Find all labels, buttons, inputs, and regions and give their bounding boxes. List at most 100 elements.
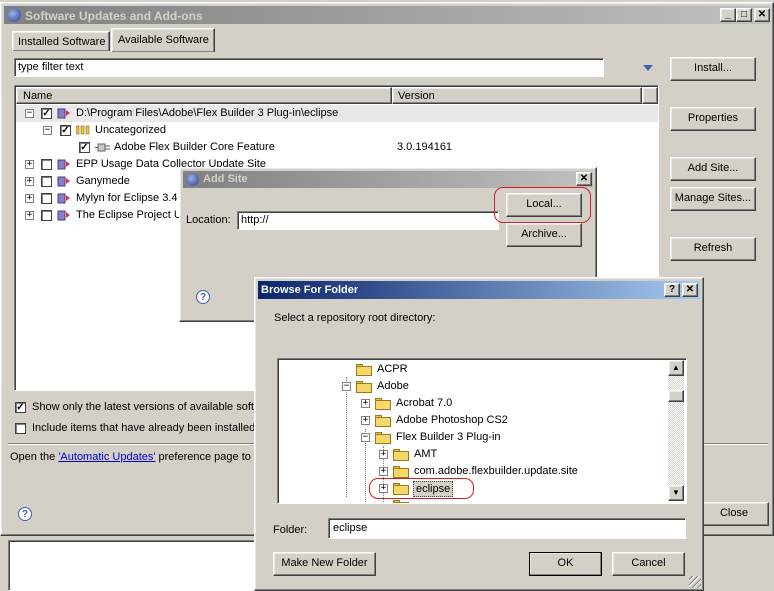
folder-item-update-site[interactable]: + com.adobe.flexbuilder.update.site — [278, 463, 668, 480]
archive-button[interactable]: Archive... — [506, 223, 582, 247]
close-icon[interactable]: ✕ — [576, 172, 592, 186]
tab-installed-software[interactable]: Installed Software — [12, 31, 110, 51]
folder-label: Acrobat 7.0 — [396, 397, 453, 409]
close-button[interactable]: Close — [699, 502, 769, 526]
checkbox-ganymede[interactable] — [41, 176, 52, 187]
browse-title: Browse For Folder — [261, 284, 359, 296]
collapse-icon[interactable]: − — [43, 126, 52, 135]
browse-for-folder-dialog: Browse For Folder ? ✕ Select a repositor… — [254, 277, 704, 591]
lower-window-panel — [8, 540, 258, 591]
tree-row-uncategorized[interactable]: − ✓ Uncategorized — [16, 122, 658, 139]
add-site-title: Add Site — [203, 173, 248, 185]
filter-input[interactable]: type filter text — [14, 58, 604, 77]
tab-installed-label: Installed Software — [18, 36, 106, 48]
browse-title-bar[interactable]: Browse For Folder ? ✕ — [258, 281, 700, 299]
scroll-down-icon[interactable]: ▼ — [668, 485, 684, 501]
location-input[interactable]: http:// — [237, 211, 499, 230]
site-icon — [57, 192, 71, 204]
checkbox-feature[interactable]: ✓ — [79, 142, 90, 153]
properties-button[interactable]: Properties — [670, 107, 756, 131]
uncategorized-label: Uncategorized — [95, 124, 166, 136]
properties-label: Properties — [687, 112, 739, 124]
help-title-icon[interactable]: ? — [664, 283, 680, 297]
column-version-label: Version — [398, 90, 435, 102]
column-header-version[interactable]: Version — [392, 87, 642, 104]
collapse-icon[interactable]: − — [342, 382, 351, 391]
ok-button[interactable]: OK — [529, 552, 602, 576]
scroll-thumb[interactable] — [668, 390, 684, 402]
column-header-name[interactable]: Name — [16, 87, 392, 104]
expand-icon[interactable]: + — [25, 194, 34, 203]
mylyn-label: Mylyn for Eclipse 3.4 — [76, 192, 178, 204]
filter-dropdown-icon[interactable] — [643, 65, 653, 71]
local-highlight-ring — [494, 187, 591, 223]
browse-prompt: Select a repository root directory: — [274, 312, 436, 324]
folder-item-amt[interactable]: + AMT — [278, 446, 668, 463]
column-name-label: Name — [23, 90, 53, 102]
site-icon — [57, 158, 71, 170]
maximize-icon[interactable]: □ — [736, 8, 752, 22]
install-label: Install... — [694, 62, 732, 74]
resize-grip-icon[interactable] — [689, 576, 701, 588]
cancel-label: Cancel — [631, 557, 666, 569]
help-icon[interactable]: ? — [18, 507, 32, 521]
expand-icon[interactable]: + — [361, 399, 370, 408]
expand-icon[interactable]: + — [379, 450, 388, 459]
expand-icon[interactable]: + — [25, 211, 34, 220]
feature-plug-icon — [95, 141, 111, 154]
eclipse-icon — [7, 8, 21, 22]
cancel-button[interactable]: Cancel — [612, 552, 685, 576]
scroll-up-icon[interactable]: ▲ — [668, 360, 684, 376]
note-prefix: Open the — [10, 451, 59, 463]
refresh-button[interactable]: Refresh — [670, 237, 756, 261]
folder-icon — [356, 364, 372, 376]
close-icon[interactable]: ✕ — [754, 8, 770, 22]
checkbox-root[interactable]: ✓ — [41, 108, 52, 119]
checkbox-uncategorized[interactable]: ✓ — [60, 125, 71, 136]
folder-item-photoshop[interactable]: + Adobe Photoshop CS2 — [278, 412, 668, 429]
expand-icon[interactable]: + — [361, 416, 370, 425]
show-latest-checkbox[interactable]: ✓ — [15, 402, 26, 413]
folder-item-adobe[interactable]: − Adobe — [278, 378, 668, 395]
folder-item-acrobat[interactable]: + Acrobat 7.0 — [278, 395, 668, 412]
folder-name-input[interactable]: eclipse — [328, 518, 686, 539]
collapse-icon[interactable]: − — [361, 433, 370, 442]
category-icon — [75, 125, 90, 135]
close-icon[interactable]: ✕ — [682, 283, 698, 297]
folder-label-text: Folder: — [273, 524, 308, 536]
folder-icon — [393, 466, 409, 478]
folder-icon — [375, 415, 391, 427]
tree-row-feature[interactable]: ✓ Adobe Flex Builder Core Feature 3.0.19… — [16, 139, 658, 156]
make-new-folder-label: Make New Folder — [281, 557, 368, 569]
minimize-icon[interactable]: _ — [720, 8, 736, 22]
folder-open-icon — [375, 432, 391, 444]
install-button[interactable]: Install... — [670, 57, 756, 81]
collapse-icon[interactable]: − — [25, 109, 34, 118]
folder-tree-scrollbar[interactable]: ▲ ▼ — [668, 360, 684, 501]
add-site-title-bar[interactable]: Add Site ✕ — [183, 171, 593, 188]
column-header-filler — [642, 87, 658, 104]
tab-available-software[interactable]: Available Software — [111, 28, 215, 52]
checkbox-epp[interactable] — [41, 159, 52, 170]
folder-item-acpr[interactable]: ACPR — [278, 361, 668, 378]
main-title-bar[interactable]: Software Updates and Add-ons _ □ ✕ — [4, 6, 770, 24]
include-installed-checkbox[interactable] — [15, 423, 26, 434]
folder-tree[interactable]: ACPR − Adobe + Acrobat 7.0 + Adobe Photo… — [277, 358, 687, 504]
folder-open-icon — [356, 381, 372, 393]
folder-icon-partial — [393, 500, 409, 503]
checkbox-eclipse-project[interactable] — [41, 210, 52, 221]
expand-icon[interactable]: + — [379, 467, 388, 476]
make-new-folder-button[interactable]: Make New Folder — [273, 552, 376, 576]
expand-icon[interactable]: + — [25, 177, 34, 186]
add-site-button[interactable]: Add Site... — [670, 157, 756, 181]
expand-icon[interactable]: + — [25, 160, 34, 169]
folder-item-flex-builder[interactable]: − Flex Builder 3 Plug-in — [278, 429, 668, 446]
folder-label: Adobe Photoshop CS2 — [396, 414, 508, 426]
folder-label: AMT — [414, 448, 438, 460]
tree-row-root[interactable]: − ✓ D:\Program Files\Adobe\Flex Builder … — [16, 105, 658, 122]
help-icon[interactable]: ? — [196, 290, 210, 304]
automatic-updates-link[interactable]: 'Automatic Updates' — [58, 451, 155, 463]
manage-sites-button[interactable]: Manage Sites... — [670, 187, 756, 211]
checkbox-mylyn[interactable] — [41, 193, 52, 204]
show-latest-label: Show only the latest versions of availab… — [32, 401, 262, 413]
